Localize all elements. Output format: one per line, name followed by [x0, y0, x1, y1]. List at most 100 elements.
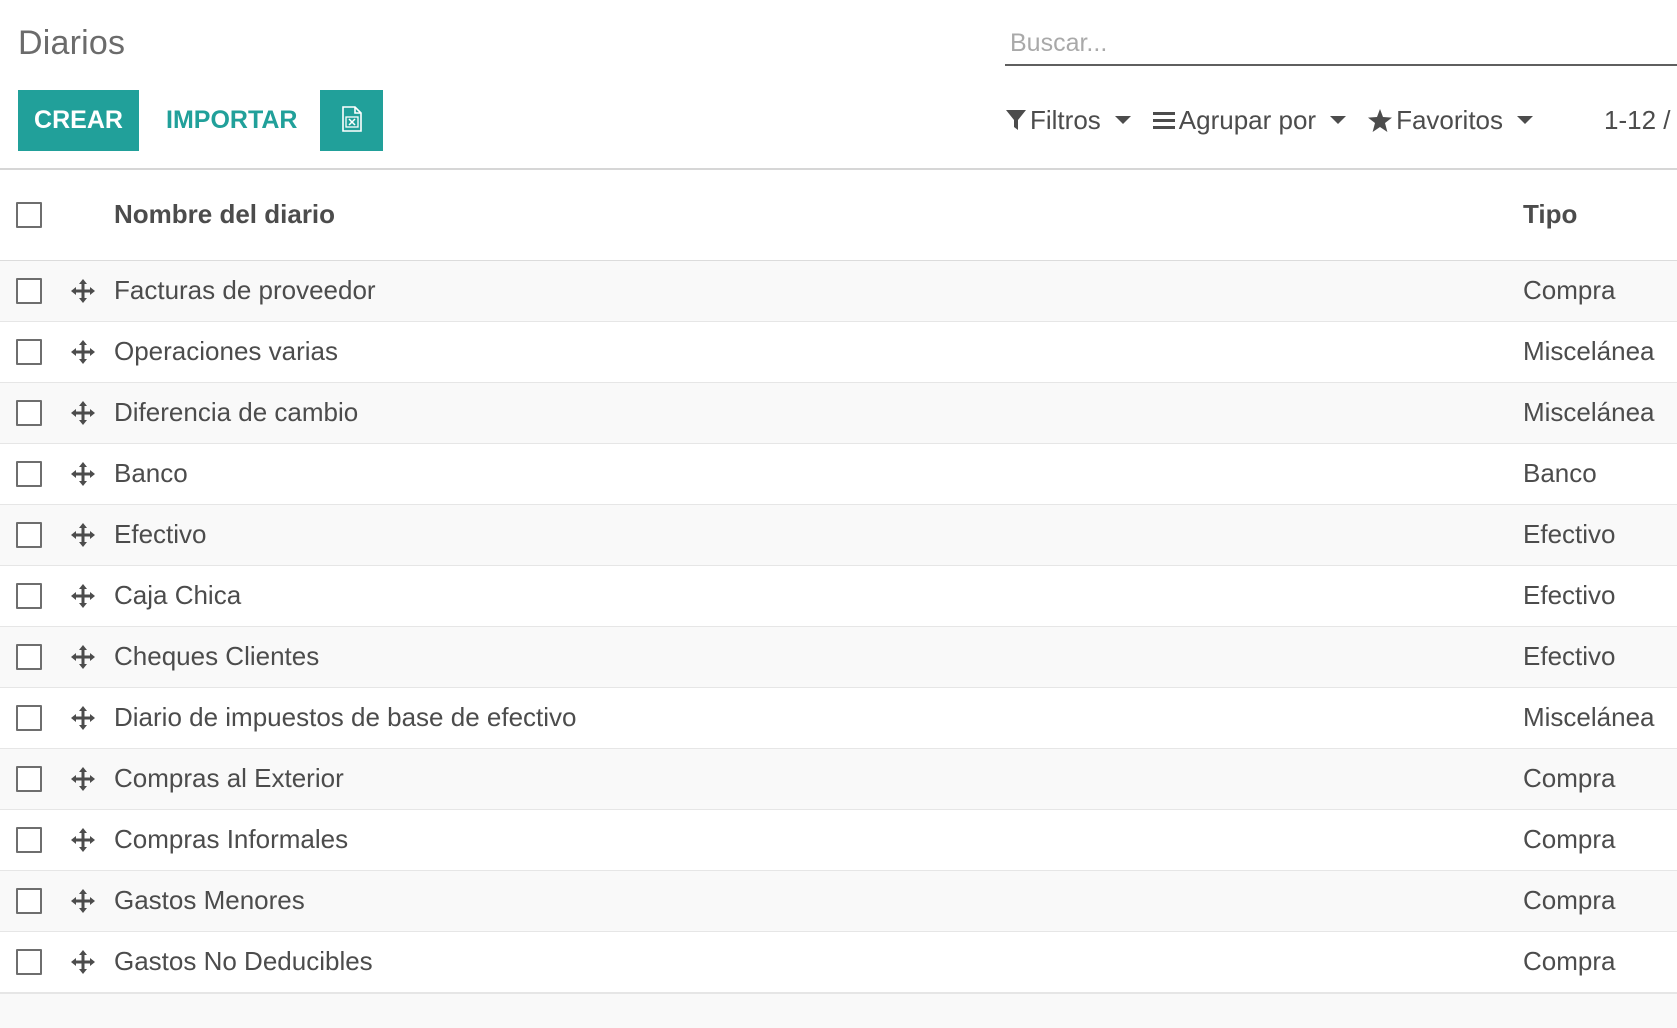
journal-name-cell[interactable]: Diario de impuestos de base de efectivo — [114, 687, 1523, 748]
journal-name-cell[interactable]: Cheques Clientes — [114, 626, 1523, 687]
row-handle-cell — [60, 260, 114, 321]
row-select-cell — [0, 565, 60, 626]
row-checkbox[interactable] — [16, 338, 42, 365]
row-checkbox[interactable] — [16, 704, 42, 731]
journal-name-cell[interactable]: Compras Informales — [114, 809, 1523, 870]
journal-name-cell[interactable]: Operaciones varias — [114, 321, 1523, 382]
table-row[interactable]: Compras al Exterior Compra — [0, 748, 1677, 809]
drag-handle-icon[interactable] — [70, 400, 114, 426]
table-row[interactable]: Gastos No Deducibles Compra — [0, 931, 1677, 992]
journal-name-cell[interactable]: Gastos No Deducibles — [114, 931, 1523, 992]
journal-type-cell[interactable]: Efectivo — [1523, 565, 1677, 626]
row-handle-cell — [60, 321, 114, 382]
drag-handle-icon[interactable] — [70, 949, 114, 975]
row-checkbox[interactable] — [16, 643, 42, 670]
journal-type-cell[interactable]: Efectivo — [1523, 626, 1677, 687]
favorites-label: Favoritos — [1396, 104, 1504, 135]
star-icon — [1368, 108, 1393, 132]
select-all-checkbox[interactable] — [16, 201, 42, 228]
journal-type-cell[interactable]: Miscelánea — [1523, 321, 1677, 382]
column-header-name[interactable]: Nombre del diario — [114, 170, 1523, 260]
row-select-cell — [0, 382, 60, 443]
row-handle-cell — [60, 504, 114, 565]
row-handle-cell — [60, 931, 114, 992]
journal-type-cell[interactable]: Compra — [1523, 870, 1677, 931]
handle-header — [60, 170, 114, 260]
row-handle-cell — [60, 382, 114, 443]
journal-type-cell[interactable]: Compra — [1523, 931, 1677, 992]
row-handle-cell — [60, 687, 114, 748]
row-checkbox[interactable] — [16, 826, 42, 853]
journal-type-cell[interactable]: Compra — [1523, 748, 1677, 809]
drag-handle-icon[interactable] — [70, 583, 114, 609]
drag-handle-icon[interactable] — [70, 461, 114, 487]
drag-handle-icon[interactable] — [70, 644, 114, 670]
journal-name-cell[interactable]: Gastos Menores — [114, 870, 1523, 931]
import-button[interactable]: IMPORTAR — [152, 90, 311, 151]
row-handle-cell — [60, 626, 114, 687]
table-row[interactable]: Banco Banco — [0, 443, 1677, 504]
table-row[interactable]: Facturas de proveedor Compra — [0, 260, 1677, 321]
journal-type-cell[interactable]: Compra — [1523, 809, 1677, 870]
row-handle-cell — [60, 748, 114, 809]
pager-value[interactable]: 1-12 / — [1604, 95, 1671, 145]
journal-name-cell[interactable]: Diferencia de cambio — [114, 382, 1523, 443]
row-select-cell — [0, 870, 60, 931]
journal-type-cell[interactable]: Banco — [1523, 443, 1677, 504]
table-row[interactable]: Gastos Menores Compra — [0, 870, 1677, 931]
drag-handle-icon[interactable] — [70, 339, 114, 365]
drag-handle-icon[interactable] — [70, 766, 114, 792]
row-select-cell — [0, 260, 60, 321]
row-checkbox[interactable] — [16, 277, 42, 304]
drag-handle-icon[interactable] — [70, 888, 114, 914]
table-row[interactable]: Diferencia de cambio Miscelánea — [0, 382, 1677, 443]
group-by-label: Agrupar por — [1178, 104, 1317, 135]
table-row[interactable]: Diario de impuestos de base de efectivo M… — [0, 687, 1677, 748]
row-checkbox[interactable] — [16, 460, 42, 487]
filters-label: Filtros — [1030, 104, 1101, 135]
export-excel-button[interactable] — [320, 90, 383, 151]
row-select-cell — [0, 931, 60, 992]
drag-handle-icon[interactable] — [70, 827, 114, 853]
table-row[interactable]: Operaciones varias Miscelánea — [0, 321, 1677, 382]
search-input[interactable] — [1005, 24, 1677, 62]
row-checkbox[interactable] — [16, 887, 42, 914]
search-bar — [1005, 24, 1677, 66]
journal-type-cell[interactable]: Miscelánea — [1523, 687, 1677, 748]
row-checkbox[interactable] — [16, 399, 42, 426]
filter-icon — [1006, 109, 1026, 131]
journal-name-cell[interactable]: Compras al Exterior — [114, 748, 1523, 809]
table-row[interactable]: Compras Informales Compra — [0, 809, 1677, 870]
favorites-dropdown[interactable]: Favoritos — [1368, 104, 1534, 136]
table-row[interactable]: Cheques Clientes Efectivo — [0, 626, 1677, 687]
row-select-cell — [0, 504, 60, 565]
row-select-cell — [0, 748, 60, 809]
journal-name-cell[interactable]: Caja Chica — [114, 565, 1523, 626]
filters-dropdown[interactable]: Filtros — [1006, 105, 1131, 136]
journal-type-cell[interactable]: Efectivo — [1523, 504, 1677, 565]
bars-icon — [1152, 110, 1175, 130]
drag-handle-icon[interactable] — [70, 522, 114, 548]
row-checkbox[interactable] — [16, 765, 42, 792]
table-row[interactable]: Efectivo Efectivo — [0, 504, 1677, 565]
row-select-cell — [0, 443, 60, 504]
row-checkbox[interactable] — [16, 948, 42, 975]
table-row[interactable]: Caja Chica Efectivo — [0, 565, 1677, 626]
journal-type-cell[interactable]: Miscelánea — [1523, 382, 1677, 443]
excel-file-icon — [341, 106, 363, 135]
row-checkbox[interactable] — [16, 582, 42, 609]
row-checkbox[interactable] — [16, 521, 42, 548]
journal-type-cell[interactable]: Compra — [1523, 260, 1677, 321]
journal-name-cell[interactable]: Banco — [114, 443, 1523, 504]
journal-name-cell[interactable]: Facturas de proveedor — [114, 260, 1523, 321]
chevron-down-icon — [1330, 116, 1347, 124]
column-header-type[interactable]: Tipo — [1523, 170, 1677, 260]
drag-handle-icon[interactable] — [70, 278, 114, 304]
drag-handle-icon[interactable] — [70, 705, 114, 731]
create-button[interactable]: CREAR — [18, 90, 139, 151]
journal-name-cell[interactable]: Efectivo — [114, 504, 1523, 565]
page-title[interactable]: Diarios — [18, 24, 125, 63]
row-select-cell — [0, 321, 60, 382]
chevron-down-icon — [1517, 116, 1534, 124]
group-by-dropdown[interactable]: Agrupar por — [1152, 104, 1347, 136]
